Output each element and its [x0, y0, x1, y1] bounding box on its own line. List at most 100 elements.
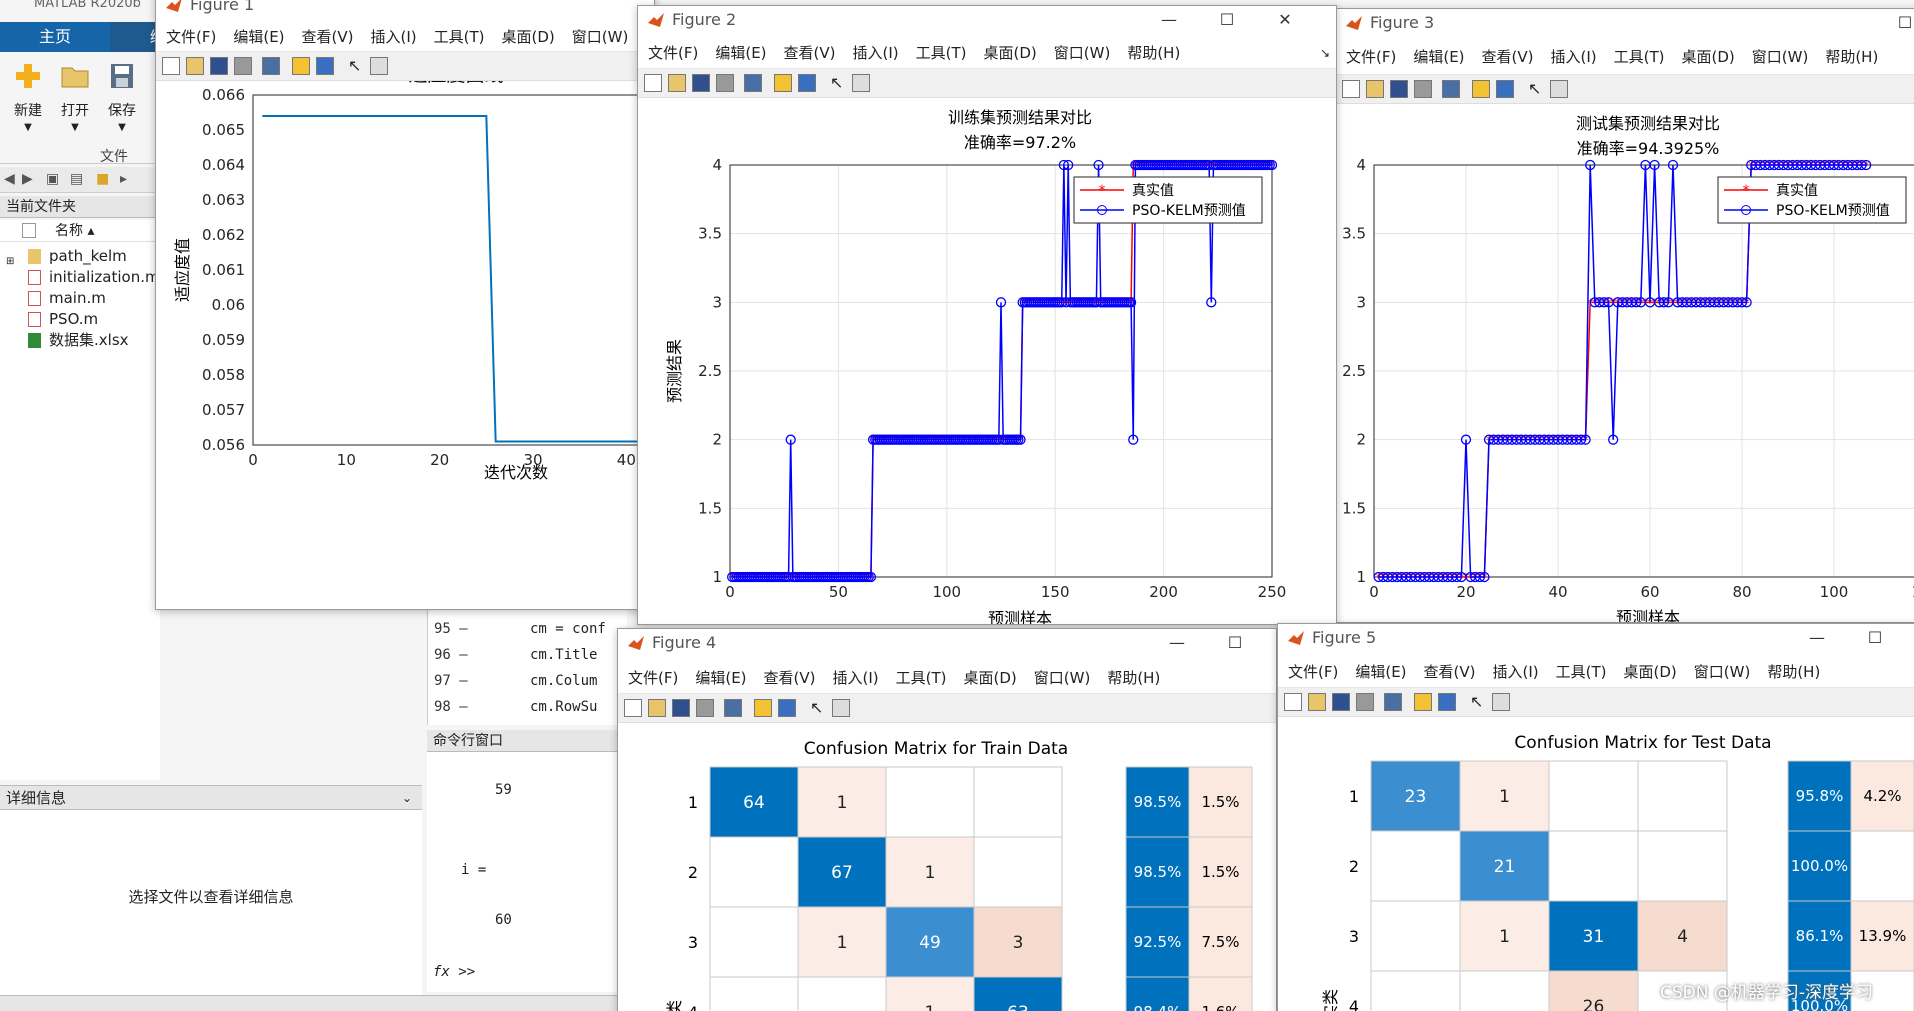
menu-tools[interactable]: 工具(T): [896, 666, 947, 690]
save-icon[interactable]: [1332, 693, 1350, 711]
legend-icon[interactable]: [778, 699, 796, 717]
file-item[interactable]: ⊞ path_kelm: [0, 246, 160, 267]
new-file-icon[interactable]: [1284, 693, 1302, 711]
property-inspector-icon[interactable]: [1492, 693, 1510, 711]
forward-arrow-icon[interactable]: ▶: [22, 171, 33, 187]
property-inspector-icon[interactable]: [370, 57, 388, 75]
menu-help[interactable]: 帮助(H): [1127, 41, 1180, 65]
maximize-button[interactable]: ☐: [1876, 9, 1914, 37]
figure-5-window[interactable]: Figure 5 — ☐ 文件(F) 编辑(E) 查看(V) 插入(I) 工具(T) 桌面…: [1277, 623, 1914, 1011]
expand-icon[interactable]: ⊞: [6, 251, 14, 267]
save-icon[interactable]: [210, 57, 228, 75]
link-plot-icon[interactable]: [1384, 693, 1402, 711]
colorbar-icon[interactable]: [1414, 693, 1432, 711]
menu-window[interactable]: 窗口(W): [1752, 45, 1809, 69]
file-item[interactable]: 数据集.xlsx: [0, 330, 160, 351]
maximize-button[interactable]: ☐: [1846, 624, 1904, 652]
figure-4-window[interactable]: Figure 4 — ☐ 文件(F) 编辑(E) 查看(V) 插入(I) 工具(T) 桌面…: [617, 628, 1277, 1011]
figure-1-window[interactable]: Figure 1 文件(F) 编辑(E) 查看(V) 插入(I) 工具(T) 桌面(D) 窗…: [155, 0, 655, 610]
command-window[interactable]: 59 i = 60 fx >>: [427, 752, 627, 992]
menu-help[interactable]: 帮助(H): [1107, 666, 1160, 690]
code-editor[interactable]: 95 — cm = conf 96 — cm.Title 97 — cm.Colum …: [427, 600, 627, 725]
dock-arrow-icon[interactable]: ↘: [1320, 41, 1330, 65]
new-file-icon[interactable]: [162, 57, 180, 75]
menu-window[interactable]: 窗口(W): [1034, 666, 1091, 690]
print-icon[interactable]: [1356, 693, 1374, 711]
save-icon[interactable]: [692, 74, 710, 92]
close-button[interactable]: ✕: [1256, 6, 1314, 34]
print-icon[interactable]: [1414, 80, 1432, 98]
property-inspector-icon[interactable]: [852, 74, 870, 92]
tab-home[interactable]: 主页: [0, 22, 110, 52]
colorbar-icon[interactable]: [292, 57, 310, 75]
link-plot-icon[interactable]: [1442, 80, 1460, 98]
property-inspector-icon[interactable]: [1550, 80, 1568, 98]
chevron-down-icon[interactable]: ⌄: [402, 786, 412, 810]
menu-tools[interactable]: 工具(T): [1614, 45, 1665, 69]
command-prompt[interactable]: fx >>: [433, 964, 475, 980]
legend-icon[interactable]: [1438, 693, 1456, 711]
pointer-icon[interactable]: ↖: [348, 57, 366, 75]
save-icon[interactable]: [672, 699, 690, 717]
menu-view[interactable]: 查看(V): [764, 666, 816, 690]
print-icon[interactable]: [234, 57, 252, 75]
menu-desktop[interactable]: 桌面(D): [984, 41, 1037, 65]
figure-2-window[interactable]: Figure 2 — ☐ ✕ 文件(F) 编辑(E) 查看(V) 插入(I) 工具(T)…: [637, 5, 1337, 625]
menu-insert[interactable]: 插入(I): [1551, 45, 1597, 69]
open-file-icon[interactable]: [648, 699, 666, 717]
menu-edit[interactable]: 编辑(E): [233, 25, 284, 49]
browse-folder-icon[interactable]: ▤: [70, 171, 83, 187]
menu-edit[interactable]: 编辑(E): [695, 666, 746, 690]
menu-desktop[interactable]: 桌面(D): [1682, 45, 1735, 69]
menu-help[interactable]: 帮助(H): [1825, 45, 1878, 69]
open-file-icon[interactable]: [1366, 80, 1384, 98]
minimize-button[interactable]: —: [1148, 629, 1206, 657]
open-file-icon[interactable]: [1308, 693, 1326, 711]
menu-file[interactable]: 文件(F): [648, 41, 698, 65]
link-plot-icon[interactable]: [724, 699, 742, 717]
legend-icon[interactable]: [316, 57, 334, 75]
open-file-icon[interactable]: [186, 57, 204, 75]
menu-desktop[interactable]: 桌面(D): [1624, 660, 1677, 684]
menu-view[interactable]: 查看(V): [1482, 45, 1534, 69]
back-arrow-icon[interactable]: ◀: [4, 171, 15, 187]
maximize-button[interactable]: ☐: [1206, 629, 1264, 657]
link-plot-icon[interactable]: [262, 57, 280, 75]
up-folder-icon[interactable]: ▣: [46, 171, 59, 187]
menu-view[interactable]: 查看(V): [784, 41, 836, 65]
link-plot-icon[interactable]: [744, 74, 762, 92]
legend-icon[interactable]: [1496, 80, 1514, 98]
menu-edit[interactable]: 编辑(E): [715, 41, 766, 65]
menu-file[interactable]: 文件(F): [1346, 45, 1396, 69]
new-button[interactable]: 新建 ▼: [6, 62, 50, 133]
menu-tools[interactable]: 工具(T): [434, 25, 485, 49]
colorbar-icon[interactable]: [1472, 80, 1490, 98]
print-icon[interactable]: [716, 74, 734, 92]
minimize-button[interactable]: —: [1788, 624, 1846, 652]
file-item[interactable]: PSO.m: [0, 309, 160, 330]
menu-insert[interactable]: 插入(I): [1493, 660, 1539, 684]
new-file-icon[interactable]: [624, 699, 642, 717]
save-button[interactable]: 保存 ▼: [100, 62, 144, 133]
legend-icon[interactable]: [798, 74, 816, 92]
menu-insert[interactable]: 插入(I): [833, 666, 879, 690]
menu-view[interactable]: 查看(V): [1424, 660, 1476, 684]
pointer-icon[interactable]: ↖: [830, 74, 848, 92]
minimize-button[interactable]: —: [1140, 6, 1198, 34]
menu-desktop[interactable]: 桌面(D): [502, 25, 555, 49]
chevron-right-icon[interactable]: ▸: [120, 171, 127, 187]
save-icon[interactable]: [1390, 80, 1408, 98]
open-button[interactable]: 打开 ▼: [53, 62, 97, 133]
open-file-icon[interactable]: [668, 74, 686, 92]
menu-file[interactable]: 文件(F): [1288, 660, 1338, 684]
menu-window[interactable]: 窗口(W): [572, 25, 629, 49]
menu-file[interactable]: 文件(F): [166, 25, 216, 49]
menu-tools[interactable]: 工具(T): [1556, 660, 1607, 684]
pointer-icon[interactable]: ↖: [1470, 693, 1488, 711]
pointer-icon[interactable]: ↖: [1528, 80, 1546, 98]
menu-file[interactable]: 文件(F): [628, 666, 678, 690]
colorbar-icon[interactable]: [774, 74, 792, 92]
menu-desktop[interactable]: 桌面(D): [964, 666, 1017, 690]
menu-help[interactable]: 帮助(H): [1767, 660, 1820, 684]
file-item[interactable]: initialization.m: [0, 267, 160, 288]
